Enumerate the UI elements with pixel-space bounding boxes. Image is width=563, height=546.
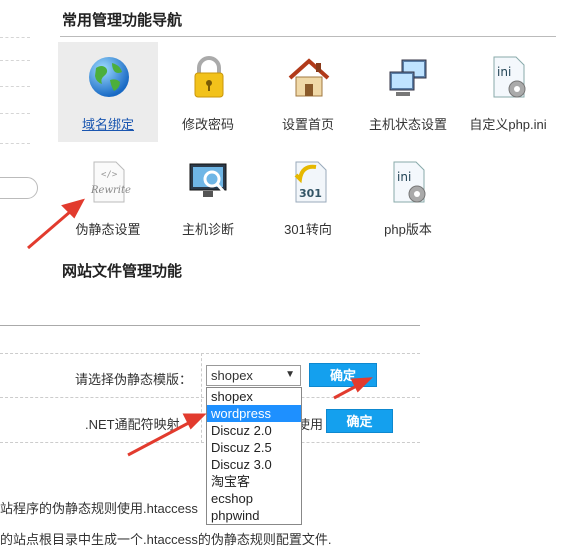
tile-label: 伪静态设置 — [75, 222, 141, 237]
nav-section-title: 常用管理功能导航 — [62, 12, 183, 29]
house-icon — [288, 58, 330, 97]
form-divider — [0, 353, 420, 354]
tile-label: 自定义php.ini — [469, 117, 547, 132]
nav-title-rule — [60, 36, 556, 37]
template-label: 请选择伪静态模版： — [75, 372, 193, 387]
tile-301-redirect[interactable]: 301 301转向 — [258, 147, 358, 247]
template-dropdown-list[interactable]: shopex wordpress Discuz 2.0 Discuz 2.5 D… — [206, 387, 302, 525]
file-section-title: 网站文件管理功能 — [62, 263, 183, 280]
301-redirect-icon: 301 — [294, 161, 327, 203]
tile-php-version[interactable]: ini php版本 — [358, 147, 458, 247]
tile-label: 主机状态设置 — [368, 117, 447, 132]
computers-icon — [389, 59, 427, 96]
file-section-rule — [0, 325, 420, 326]
template-select[interactable]: shopex ▼ — [206, 365, 301, 386]
monitor-magnifier-icon — [189, 163, 227, 197]
svg-text:ini: ini — [397, 170, 411, 184]
note-line-2: 的站点根目录中生成一个.htaccess的伪静态规则配置文件. — [0, 532, 332, 546]
chevron-down-icon: ▼ — [285, 369, 295, 380]
dropdown-option[interactable]: Discuz 2.5 — [207, 439, 301, 456]
note-line-1: 站程序的伪静态规则使用.htaccess — [0, 501, 198, 516]
left-search-input[interactable] — [0, 177, 38, 199]
tile-label: 域名绑定 — [81, 117, 134, 132]
svg-text:301: 301 — [299, 187, 322, 200]
tile-host-diagnosis[interactable]: 主机诊断 — [158, 147, 258, 247]
left-divider — [0, 113, 30, 114]
template-select-value: shopex — [211, 368, 253, 383]
net-mapping-label: .NET通配符映射 — [85, 417, 180, 432]
ini-file-gear-icon: ini — [393, 161, 426, 203]
dropdown-option[interactable]: phpwind — [207, 507, 301, 524]
tile-label: 主机诊断 — [181, 222, 234, 237]
form-column-divider — [201, 353, 202, 443]
tile-label: 301转向 — [284, 222, 332, 237]
tile-rewrite-settings[interactable]: </> Rewrite 伪静态设置 — [58, 147, 158, 247]
tile-label: 修改密码 — [181, 117, 234, 132]
confirm-button[interactable]: 确定 — [309, 363, 377, 387]
tile-label: 设置首页 — [281, 117, 334, 132]
tile-label: php版本 — [384, 222, 432, 237]
svg-text:</>: </> — [101, 170, 118, 180]
svg-text:Rewrite: Rewrite — [90, 185, 131, 196]
tile-domain-binding[interactable]: 域名绑定 — [58, 42, 158, 142]
left-divider — [0, 60, 30, 61]
globe-icon — [89, 57, 129, 97]
left-divider — [0, 143, 30, 144]
dropdown-option[interactable]: 淘宝客 — [207, 473, 301, 490]
tile-change-password[interactable]: 修改密码 — [158, 42, 258, 142]
dropdown-option[interactable]: Discuz 3.0 — [207, 456, 301, 473]
svg-text:ini: ini — [497, 65, 511, 79]
left-divider — [0, 37, 30, 38]
ini-file-icon: ini — [493, 56, 526, 98]
left-divider — [0, 86, 30, 87]
dropdown-option-highlighted[interactable]: wordpress — [207, 405, 301, 422]
rewrite-file-icon: </> Rewrite — [90, 161, 131, 203]
padlock-icon — [194, 56, 224, 98]
dropdown-option[interactable]: shopex — [207, 388, 301, 405]
dropdown-option[interactable]: ecshop — [207, 490, 301, 507]
tile-host-status[interactable]: 主机状态设置 — [358, 42, 458, 142]
net-confirm-button[interactable]: 确定 — [326, 409, 393, 433]
tile-custom-php-ini[interactable]: ini 自定义php.ini — [458, 42, 558, 142]
dropdown-option[interactable]: Discuz 2.0 — [207, 422, 301, 439]
tile-set-homepage[interactable]: 设置首页 — [258, 42, 358, 142]
